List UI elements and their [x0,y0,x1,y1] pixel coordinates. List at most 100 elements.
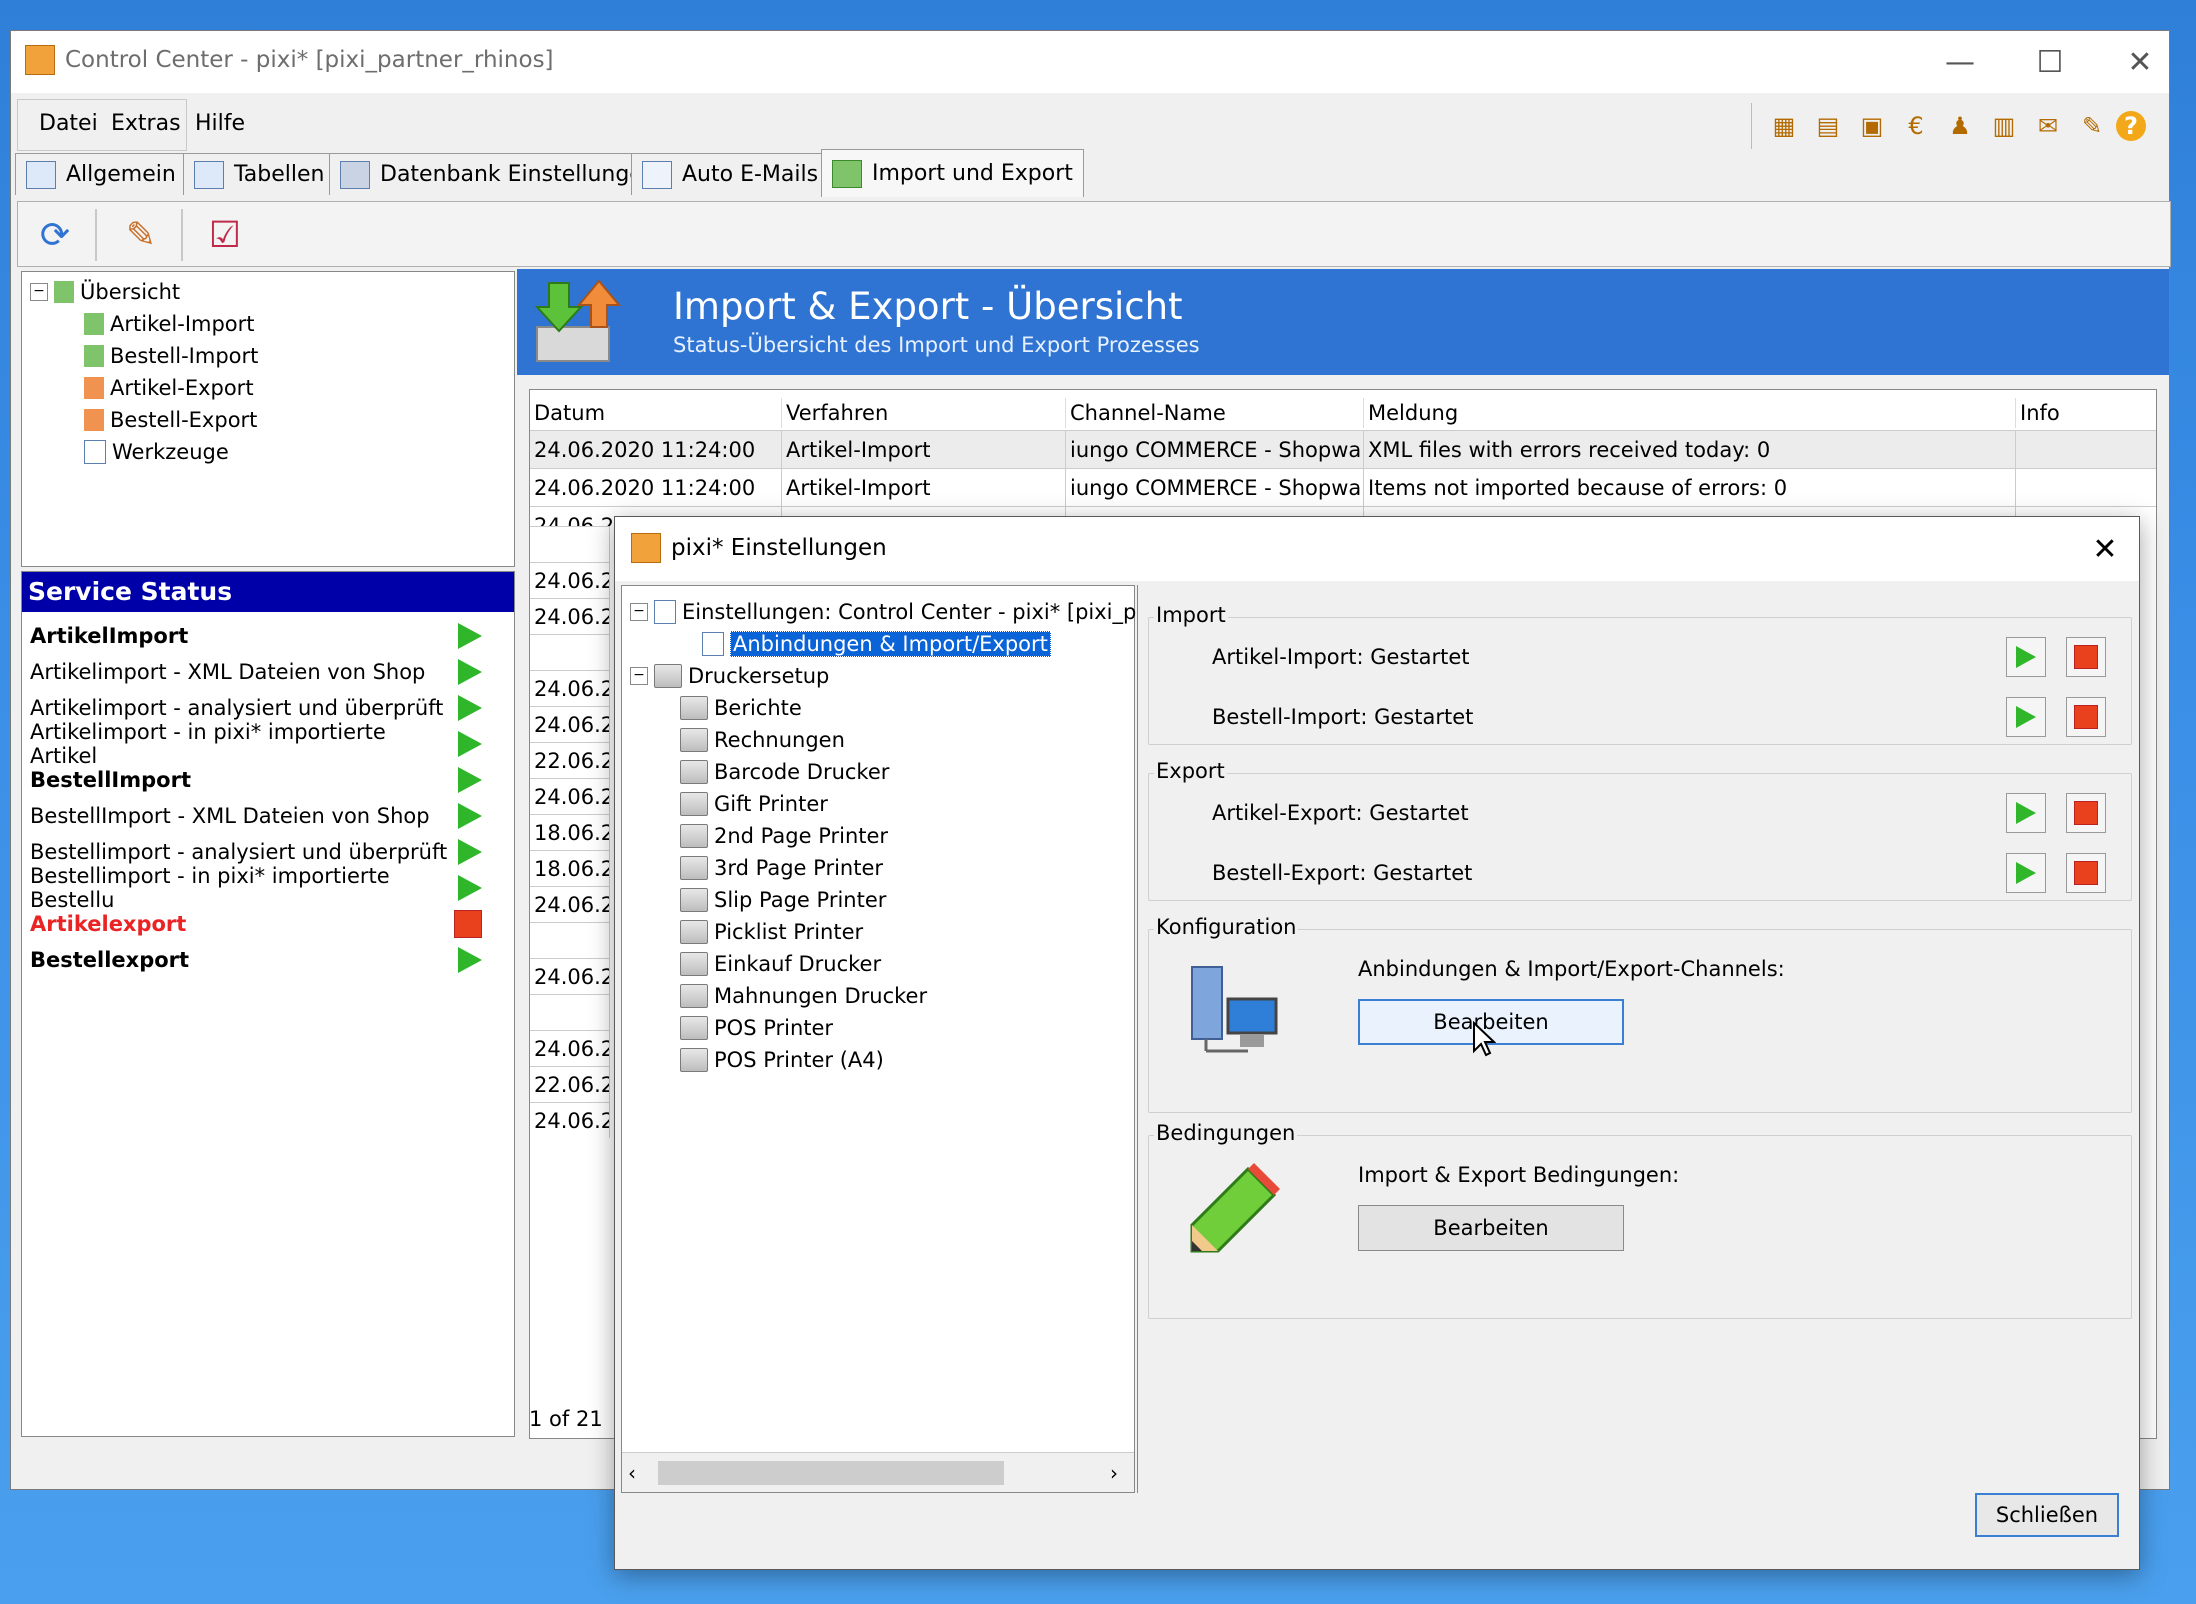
tree-item-printer[interactable]: 2nd Page Printer [680,820,888,852]
edit-conditions-button[interactable]: Bearbeiten [1358,1205,1624,1251]
menu-hilfe[interactable]: Hilfe [195,111,245,136]
tree-item-printer[interactable]: Berichte [680,692,802,724]
start-artikel-export-button[interactable] [2006,793,2046,833]
quick-euro-icon[interactable]: € [1896,107,1936,145]
tree-item-printer[interactable]: Einkauf Drucker [680,948,881,980]
scroll-left-icon[interactable]: ‹ [628,1461,636,1485]
tab-import-export[interactable]: Import und Export [821,149,1084,197]
scroll-right-icon[interactable]: › [1110,1461,1118,1485]
quick-user-icon[interactable]: ♟ [1940,107,1980,145]
import-export-icon [54,281,74,303]
close-button[interactable]: ✕ [2095,31,2185,93]
service-status-title: Service Status [22,572,514,612]
start-bestell-import-button[interactable] [2006,697,2046,737]
scroll-thumb[interactable] [658,1461,1004,1485]
quick-mail-icon[interactable]: ✉ [2028,107,2068,145]
play-icon[interactable] [458,623,482,649]
collapse-icon[interactable]: − [30,283,48,301]
play-icon[interactable] [458,659,482,685]
play-icon[interactable] [458,803,482,829]
cell-verfahren: Artikel-Import [782,469,1066,507]
collapse-icon[interactable]: − [630,667,648,685]
table-row[interactable]: 24.06.2020 11:24:00 Artikel-Import iungo… [530,468,2156,507]
play-icon[interactable] [458,731,482,757]
service-status-panel: Service Status ArtikelImport Artikelimpo… [21,571,515,1437]
quick-table-icon[interactable]: ▦ [1764,107,1804,145]
tree-item-printer[interactable]: Barcode Drucker [680,756,889,788]
tree-item-printer[interactable]: Gift Printer [680,788,828,820]
stop-icon[interactable] [454,910,482,938]
dialog-close-button[interactable]: Schließen [1975,1493,2119,1537]
tree-label: Artikel-Import [110,312,255,336]
play-icon[interactable] [458,875,482,901]
tree-item-bestell-export[interactable]: Bestell-Export [22,404,514,436]
settings-tree: − Einstellungen: Control Center - pixi* … [621,585,1149,1493]
tab-label: Auto E-Mails [682,162,819,187]
tree-item-anbindungen[interactable]: Anbindungen & Import/Export [702,628,1051,660]
menu-extras[interactable]: Extras [111,111,181,136]
export-group-title: Export [1154,759,1227,783]
column-header-verfahren[interactable]: Verfahren [782,398,1066,428]
tree-item-artikel-import[interactable]: Artikel-Import [22,308,514,340]
printer-icon [680,824,708,848]
play-icon[interactable] [458,947,482,973]
horizontal-scrollbar[interactable]: ‹ › [622,1452,1134,1492]
refresh-icon[interactable]: ⟳ [25,207,85,263]
dialog-close-icon[interactable]: ✕ [2081,527,2129,571]
tree-item-printer[interactable]: 3rd Page Printer [680,852,883,884]
checklist-icon[interactable]: ☑ [195,207,255,263]
tree-item-printer[interactable]: Rechnungen [680,724,845,756]
play-icon[interactable] [458,695,482,721]
tree-item-printer[interactable]: Picklist Printer [680,916,863,948]
start-artikel-import-button[interactable] [2006,637,2046,677]
cell-datum: 24.06.2020 11:24:00 [530,431,782,469]
tab-allgemein[interactable]: Allgemein [15,153,187,195]
column-header-channel[interactable]: Channel-Name [1066,398,1364,428]
printer-icon [680,696,708,720]
play-icon[interactable] [458,839,482,865]
tree-item-druckersetup[interactable]: − Druckersetup [630,660,829,692]
play-icon[interactable] [458,767,482,793]
collapse-icon[interactable]: − [630,603,648,621]
quick-chart-icon[interactable]: ▥ [1984,107,2024,145]
tab-datenbank-einstellungen[interactable]: Datenbank Einstellungen [329,153,668,195]
tree-label: Bestell-Import [110,344,259,368]
menu-datei[interactable]: Datei [39,111,98,136]
tree-item-werkzeuge[interactable]: Werkzeuge [22,436,514,468]
minimize-button[interactable]: — [1915,31,2005,93]
tab-auto-emails[interactable]: Auto E-Mails [631,153,830,195]
column-header-meldung[interactable]: Meldung [1364,398,2016,428]
stop-artikel-import-button[interactable] [2066,637,2106,677]
stop-artikel-export-button[interactable] [2066,793,2106,833]
tree-item-artikel-export[interactable]: Artikel-Export [22,372,514,404]
toolbar-separator [181,209,183,261]
quick-hierarchy-icon[interactable]: ▤ [1808,107,1848,145]
edit-table-icon[interactable]: ✎ [111,207,171,263]
maximize-button[interactable]: ☐ [2005,31,2095,93]
service-row: BestellImport - XML Dateien von Shop [30,798,510,834]
tree-item-bestell-import[interactable]: Bestell-Import [22,340,514,372]
column-header-info[interactable]: Info [2016,398,2156,428]
service-row: Bestellexport [30,942,510,978]
quick-tools-icon[interactable]: ✎ [2072,107,2112,145]
tree-item-uebersicht[interactable]: − Übersicht [22,276,514,308]
tree-item-printer[interactable]: POS Printer [680,1012,833,1044]
column-header-datum[interactable]: Datum [530,398,782,428]
help-icon[interactable]: ? [2116,111,2146,141]
cell-datum: 24.06.2 [530,1102,610,1138]
quick-document-icon[interactable]: ▣ [1852,107,1892,145]
tree-item-settings-root[interactable]: − Einstellungen: Control Center - pixi* … [630,596,1149,628]
cell-datum: 24.06.2 [530,562,610,598]
tree-item-printer[interactable]: Slip Page Printer [680,884,886,916]
printer-icon [680,888,708,912]
tab-tabellen[interactable]: Tabellen [183,153,336,195]
stop-bestell-import-button[interactable] [2066,697,2106,737]
table-row[interactable]: 24.06.2020 11:24:00 Artikel-Import iungo… [530,430,2156,469]
pencil-icon [1188,1163,1282,1259]
start-bestell-export-button[interactable] [2006,853,2046,893]
printer-icon [680,1048,708,1072]
tree-item-printer[interactable]: POS Printer (A4) [680,1044,884,1076]
stop-bestell-export-button[interactable] [2066,853,2106,893]
tree-item-printer[interactable]: Mahnungen Drucker [680,980,927,1012]
bestell-export-status: Bestell-Export: Gestartet [1212,861,1473,885]
